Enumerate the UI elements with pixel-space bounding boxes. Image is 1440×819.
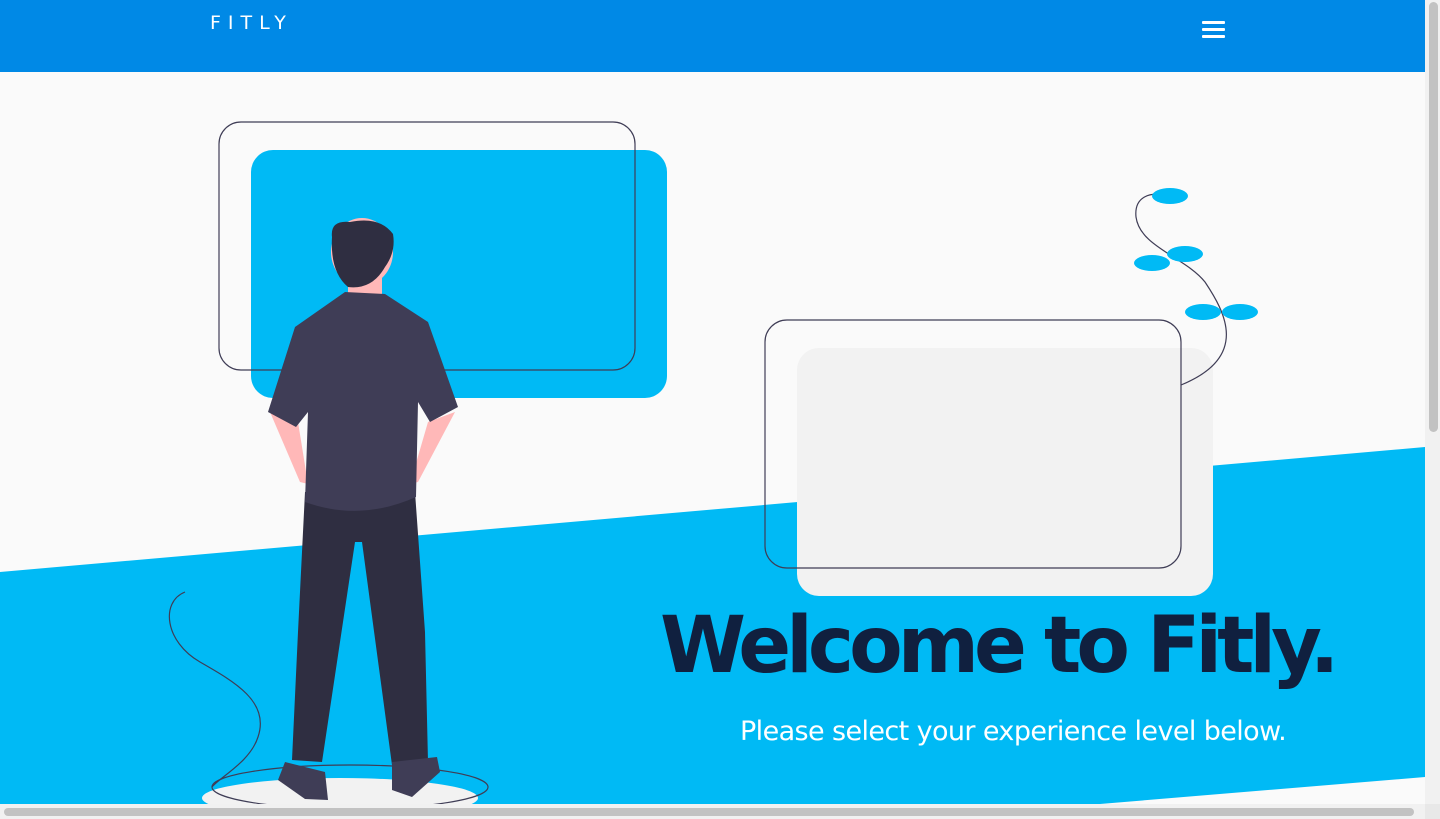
hero-section — [0, 72, 1425, 804]
hero-subtitle: Please select your experience level belo… — [740, 716, 1287, 747]
hero-text-layer — [0, 72, 1425, 804]
vertical-scrollbar-thumb[interactable] — [1429, 2, 1438, 432]
hamburger-line — [1202, 28, 1225, 31]
navbar: FITLY — [0, 0, 1425, 72]
hamburger-line — [1202, 21, 1225, 24]
hamburger-line — [1202, 35, 1225, 38]
hamburger-menu-icon[interactable] — [1202, 20, 1226, 40]
horizontal-scrollbar-thumb[interactable] — [4, 808, 1414, 816]
hero-title: Welcome to Fitly. — [660, 601, 1339, 691]
scrollbar-corner — [1425, 804, 1440, 819]
brand-logo[interactable]: FITLY — [210, 12, 293, 34]
